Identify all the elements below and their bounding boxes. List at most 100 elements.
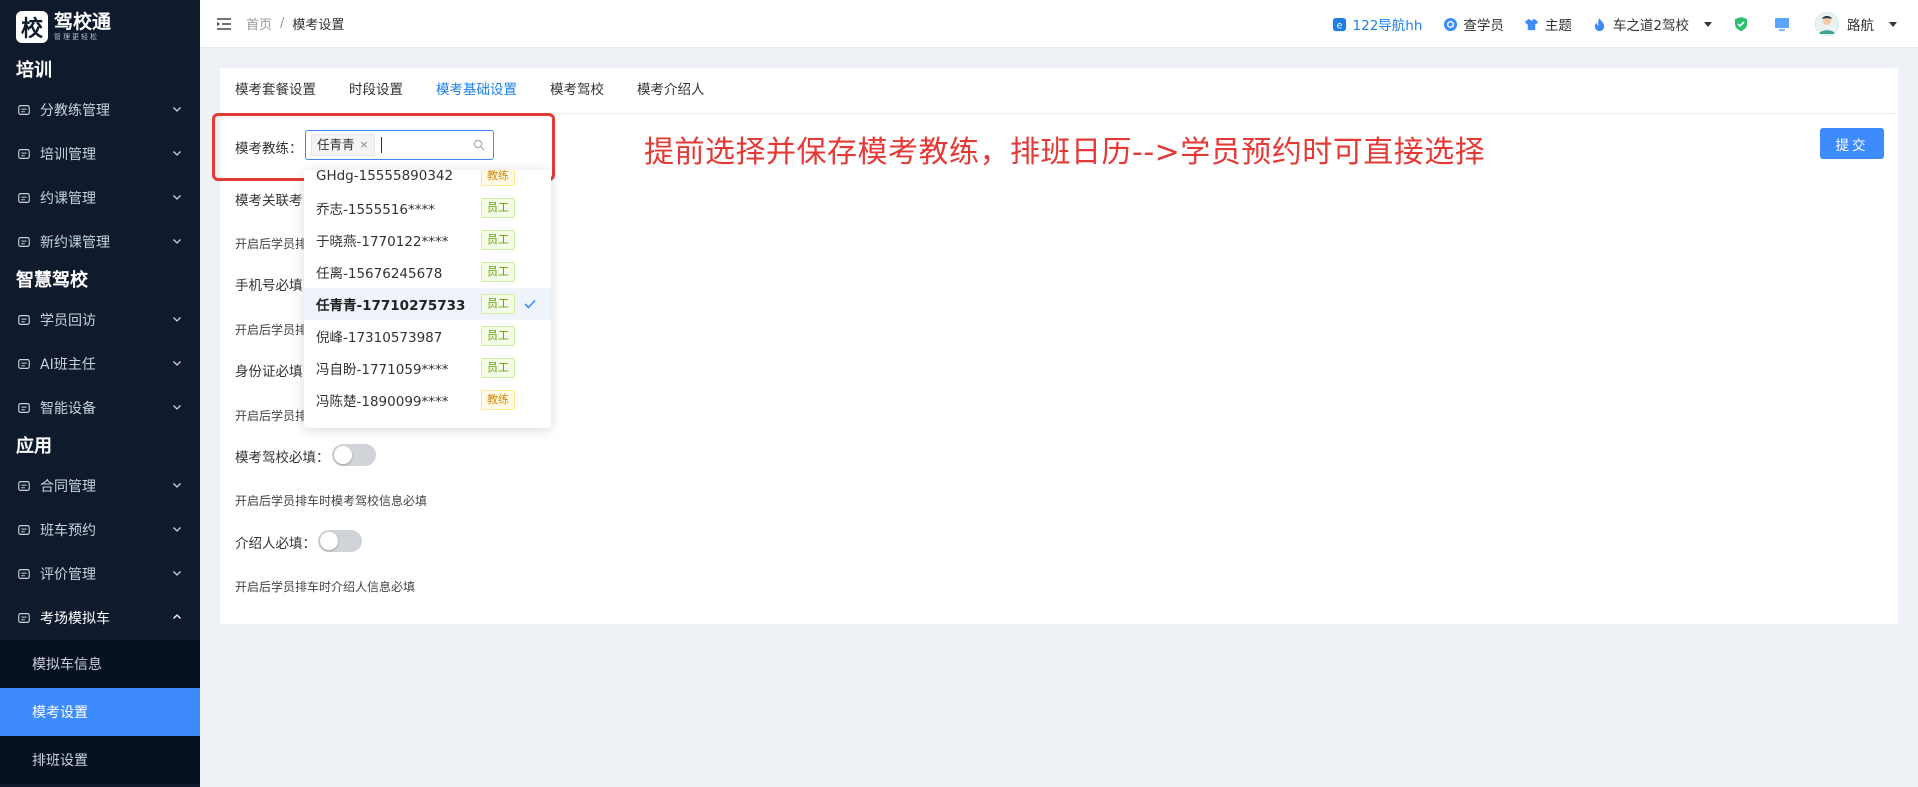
sidebar-subitem[interactable]: 模拟车信息 [0, 640, 200, 688]
sidebar-item[interactable]: 智能设备 [0, 386, 200, 430]
headset-icon [16, 356, 32, 372]
search-student-icon [1442, 16, 1458, 32]
phone-icon [16, 312, 32, 328]
check-icon [524, 299, 536, 309]
search-student-button[interactable]: 查学员 [1442, 14, 1504, 34]
theme-button[interactable]: 主题 [1524, 14, 1572, 34]
school-required-hint: 开启后学员排车时模考驾校信息必填 [235, 494, 428, 508]
sidebar-item[interactable]: 班车预约 [0, 508, 200, 552]
sidebar-section-title: 智慧驾校 [16, 270, 88, 291]
referrer-required-label: 介绍人必填： [235, 536, 316, 552]
role-badge: 教练 [481, 390, 515, 410]
tab[interactable]: 时段设置 [349, 67, 403, 113]
tab[interactable]: 模考基础设置 [436, 67, 517, 113]
referrer-required-switch[interactable] [318, 530, 362, 552]
avatar [1815, 12, 1839, 36]
role-badge: 员工 [481, 358, 515, 378]
browser-icon: e [1332, 16, 1348, 32]
sidebar-subitem[interactable]: 模考设置 [0, 688, 200, 736]
school-required-switch[interactable] [332, 444, 376, 466]
tab[interactable]: 模考介绍人 [637, 67, 705, 113]
annotation-text: 提前选择并保存模考教练，排班日历-->学员预约时可直接选择 [644, 135, 1486, 170]
dropdown-option[interactable]: 任青青-17710275733 员工 [304, 288, 551, 320]
sidebar-item[interactable]: 约课管理 [0, 176, 200, 220]
related-exam-label: 模考关联考 [235, 193, 303, 209]
tab-bar: 模考套餐设置 时段设置 模考基础设置 模考驾校 模考介绍人 [220, 68, 1898, 114]
role-badge: 员工 [481, 262, 515, 282]
sidebar-item[interactable]: 考场模拟车 [0, 596, 200, 640]
dropdown-option[interactable]: 冯陈楚-1890099**** 教练 [304, 384, 551, 416]
menu-toggle-icon[interactable] [216, 16, 232, 32]
chevron-down-icon [172, 146, 182, 162]
sidebar-item[interactable]: AI班主任 [0, 342, 200, 386]
nav-link-122[interactable]: e 122导航hh [1332, 14, 1422, 34]
dropdown-option[interactable]: 冯自盼-1771059**** 员工 [304, 352, 551, 384]
shield-button[interactable] [1733, 16, 1754, 32]
role-badge: 员工 [481, 198, 515, 218]
breadcrumb-home[interactable]: 首页 [246, 14, 272, 33]
app-title: 驾校通 [54, 11, 112, 33]
dropdown-option[interactable]: 于晓燕-1770122**** 员工 [304, 224, 551, 256]
app-subtitle: 管理更轻松 [54, 33, 99, 41]
caret-down-icon [1889, 22, 1897, 27]
coach-dropdown: GHdg-15555890342 教练 乔志-1555516**** 员工 于晓燕-17… [304, 170, 551, 428]
chart-icon [16, 102, 32, 118]
screen-button[interactable] [1774, 16, 1795, 32]
sidebar-item[interactable]: 学员回访 [0, 298, 200, 342]
sidebar-section-title: 应用 [16, 436, 52, 457]
chevron-down-icon [172, 234, 182, 250]
phone-required-hint: 开启后学员排 [235, 323, 308, 337]
role-badge: 员工 [481, 230, 515, 250]
sidebar-item[interactable]: 分教练管理 [0, 88, 200, 132]
caret-down-icon [1704, 22, 1712, 27]
calendar-icon [16, 234, 32, 250]
bus-icon [16, 522, 32, 538]
breadcrumb-current: 模考设置 [292, 18, 345, 33]
id-required-hint: 开启后学员排 [235, 409, 308, 423]
fire-icon [1592, 16, 1608, 32]
chevron-up-icon [172, 610, 182, 626]
dropdown-option[interactable]: 倪峰-17310573987 员工 [304, 320, 551, 352]
sidebar: 校 驾校通 管理更轻松 培训分教练管理 培训管理 约课管理 新约课管理智慧驾校学员回访… [0, 0, 200, 787]
chevron-down-icon [172, 190, 182, 206]
sidebar-subitem[interactable]: 排班设置 [0, 736, 200, 784]
sidebar-item[interactable]: 培训管理 [0, 132, 200, 176]
related-exam-hint: 开启后学员排 [235, 237, 308, 251]
contract-icon [16, 478, 32, 494]
chevron-down-icon [172, 312, 182, 328]
school-switcher[interactable]: 车之道2驾校 [1592, 14, 1713, 34]
phone-required-label: 手机号必填 [235, 278, 303, 294]
user-menu[interactable]: 路航 [1815, 12, 1898, 36]
chevron-down-icon [172, 356, 182, 372]
user-name: 路航 [1847, 18, 1874, 34]
id-required-label: 身份证必填 [235, 364, 303, 380]
shield-icon [1733, 16, 1749, 32]
sidebar-item[interactable]: 合同管理 [0, 464, 200, 508]
chevron-down-icon [172, 566, 182, 582]
logo: 校 驾校通 管理更轻松 [0, 0, 200, 54]
breadcrumb-separator: / [280, 16, 285, 31]
shirt-icon [1524, 16, 1540, 32]
sidebar-item[interactable]: 评价管理 [0, 552, 200, 596]
chat-icon [16, 146, 32, 162]
chevron-down-icon [172, 400, 182, 416]
svg-text:e: e [1337, 20, 1343, 31]
submit-button[interactable]: 提交 [1820, 128, 1884, 159]
device-icon [16, 400, 32, 416]
school-required-label: 模考驾校必填： [235, 450, 330, 466]
chevron-down-icon [172, 478, 182, 494]
dropdown-option[interactable]: GHdg-15555890342 教练 [304, 170, 551, 192]
tab[interactable]: 模考驾校 [550, 67, 604, 113]
logo-mark: 校 [16, 11, 48, 43]
car-icon [16, 610, 32, 626]
comment-icon [16, 566, 32, 582]
chevron-down-icon [172, 102, 182, 118]
sidebar-item[interactable]: 新约课管理 [0, 220, 200, 264]
tab[interactable]: 模考套餐设置 [235, 67, 316, 113]
role-badge: 员工 [481, 294, 515, 314]
role-badge: 员工 [481, 326, 515, 346]
dropdown-option[interactable]: 乔志-1555516**** 员工 [304, 192, 551, 224]
sidebar-section-title: 培训 [16, 60, 52, 81]
dropdown-option[interactable]: 任离-15676245678 员工 [304, 256, 551, 288]
monitor-icon [1774, 16, 1790, 32]
